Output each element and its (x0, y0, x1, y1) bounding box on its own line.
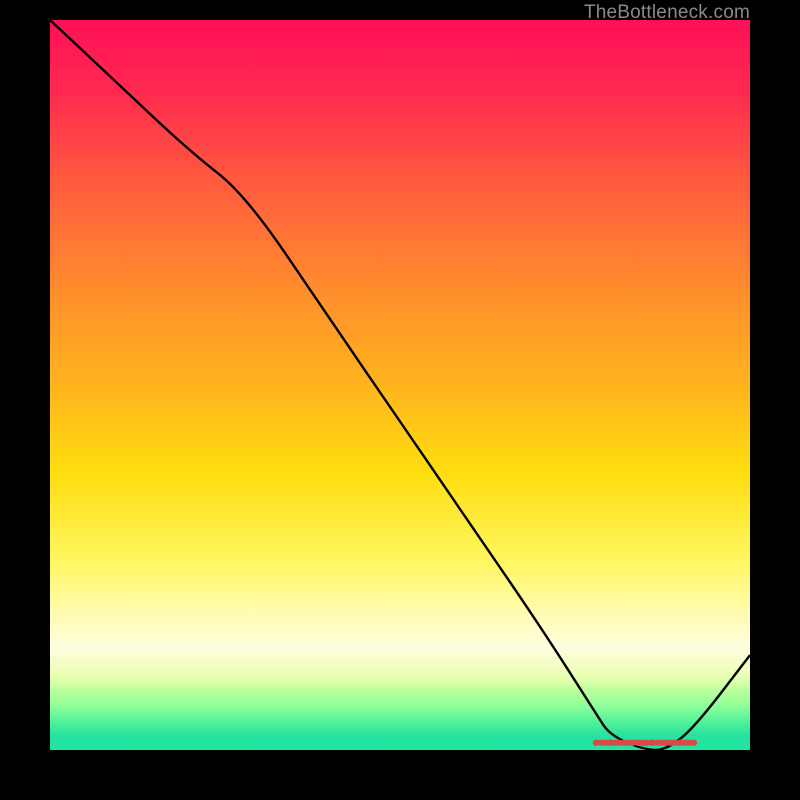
marker-cap (677, 740, 683, 746)
marker-cap (649, 740, 655, 746)
line-series (50, 20, 750, 750)
chart-svg (50, 20, 750, 750)
plot-area (50, 20, 750, 750)
marker-cap (607, 740, 613, 746)
marker-cap (635, 740, 641, 746)
marker-cap (593, 740, 599, 746)
curve-path (50, 20, 750, 750)
marker-cap (663, 740, 669, 746)
marker-cap (691, 740, 697, 746)
marker-cluster (593, 740, 697, 746)
chart-frame: TheBottleneck.com (0, 0, 800, 800)
marker-cap (621, 740, 627, 746)
